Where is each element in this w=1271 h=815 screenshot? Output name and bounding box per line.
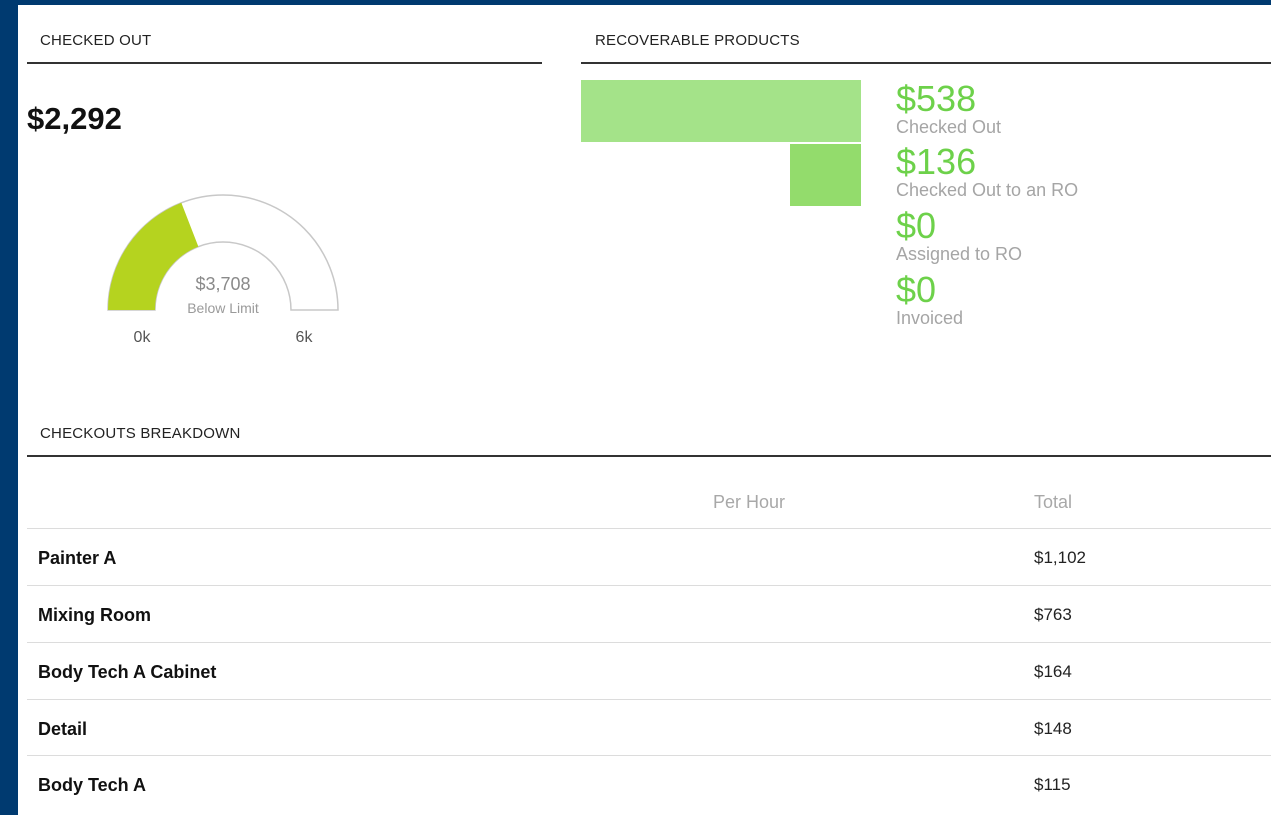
checked-out-divider <box>27 62 542 64</box>
row-total: $1,102 <box>1034 548 1086 567</box>
recoverable-caption: Assigned to RO <box>896 244 1023 264</box>
row-name: Mixing Room <box>38 605 151 625</box>
recoverable-item-checked-out: $538 Checked Out <box>896 78 1002 138</box>
column-header-total[interactable]: Total <box>1034 492 1072 513</box>
recoverable-item-checked-out-ro: $136 Checked Out to an RO <box>896 141 1079 201</box>
recoverable-caption: Checked Out <box>896 117 1002 137</box>
row-total: $763 <box>1034 605 1072 624</box>
row-total: $115 <box>1034 775 1071 794</box>
gauge-max-label: 6k <box>296 329 314 346</box>
table-row[interactable]: Painter A $1,102 <box>27 528 1271 585</box>
row-name: Body Tech A <box>38 775 147 795</box>
recoverable-caption: Checked Out to an RO <box>896 180 1079 200</box>
recoverable-item-invoiced: $0 Invoiced <box>896 269 964 329</box>
recoverable-caption: Invoiced <box>896 308 964 328</box>
row-name: Body Tech A Cabinet <box>38 662 217 682</box>
recoverable-products-title: RECOVERABLE PRODUCTS <box>595 32 800 49</box>
gauge-center-caption: Below Limit <box>187 300 259 316</box>
checked-out-amount: $2,292 <box>27 101 122 136</box>
table-row[interactable]: Detail $148 <box>27 699 1271 756</box>
recoverable-value: $538 <box>896 78 977 119</box>
checked-out-title: CHECKED OUT <box>40 32 152 49</box>
recoverable-value: $0 <box>896 269 937 310</box>
table-row[interactable]: Mixing Room $763 <box>27 585 1271 642</box>
recoverable-bar <box>581 80 861 142</box>
row-total: $148 <box>1034 719 1072 738</box>
recoverable-item-assigned-ro: $0 Assigned to RO <box>896 205 1023 265</box>
recoverable-divider <box>581 62 1271 64</box>
breakdown-divider <box>27 455 1271 457</box>
gauge-center-value: $3,708 <box>195 274 250 294</box>
table-row[interactable]: Body Tech A Cabinet $164 <box>27 642 1271 699</box>
recoverable-value: $0 <box>896 205 937 246</box>
breakdown-title: CHECKOUTS BREAKDOWN <box>40 425 241 442</box>
row-total: $164 <box>1034 662 1072 681</box>
limit-gauge: $3,708 Below Limit 0k 6k <box>107 194 339 346</box>
recoverable-bar <box>790 144 861 206</box>
recoverable-value: $136 <box>896 141 977 182</box>
row-name: Detail <box>38 719 88 739</box>
table-row[interactable]: Body Tech A $115 <box>27 755 1271 812</box>
gauge-fill <box>108 202 199 310</box>
gauge-min-label: 0k <box>134 329 152 346</box>
dashboard-panel: CHECKED OUT $2,292 $3,708 Below Limit 0k… <box>18 5 1271 815</box>
column-header-per-hour[interactable]: Per Hour <box>713 492 785 513</box>
row-name: Painter A <box>38 548 117 568</box>
recoverable-bars <box>581 80 861 206</box>
